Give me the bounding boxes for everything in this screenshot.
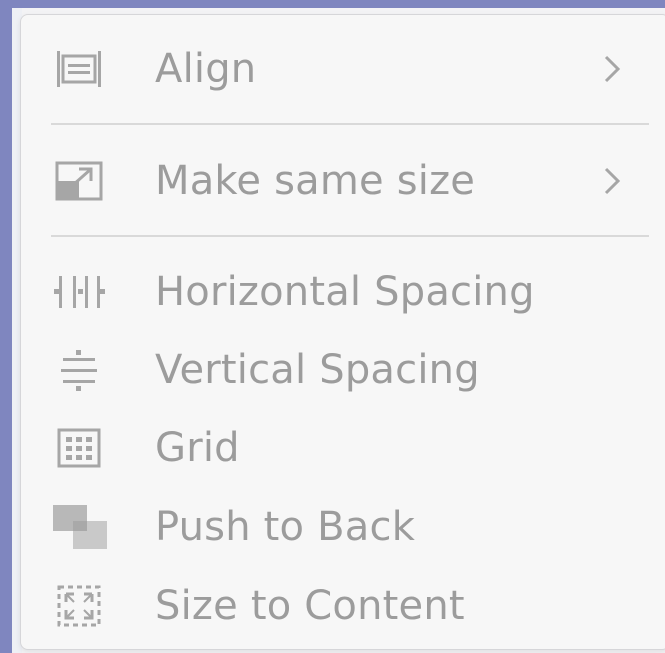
menu-item-make-same-size[interactable]: Make same size [21,143,665,219]
grid-icon [51,426,107,470]
align-icon [51,47,107,91]
menu-item-label: Vertical Spacing [155,347,480,393]
window-border-left [0,0,12,653]
menu-item-size-to-content[interactable]: Size to Content [21,568,665,644]
menu-item-label: Size to Content [155,583,465,629]
chevron-right-icon [601,52,623,86]
push-to-back-icon [51,505,107,549]
screen: Align Make same size Horizontal Spacing … [0,0,665,653]
menu-item-align[interactable]: Align [21,31,665,107]
menu-separator [51,235,649,237]
chevron-right-icon [601,164,623,198]
menu-item-vertical-spacing[interactable]: Vertical Spacing [21,332,665,408]
menu-item-grid[interactable]: Grid [21,410,665,486]
menu-item-label: Align [155,46,257,92]
menu-item-label: Grid [155,425,240,471]
context-menu: Align Make same size Horizontal Spacing … [20,14,665,650]
horizontal-spacing-icon [51,270,107,314]
size-to-content-icon [51,584,107,628]
menu-item-push-to-back[interactable]: Push to Back [21,489,665,565]
menu-separator [51,123,649,125]
menu-item-label: Horizontal Spacing [155,269,535,315]
menu-item-label: Make same size [155,158,476,204]
menu-item-label: Push to Back [155,504,416,550]
resize-icon [51,159,107,203]
vertical-spacing-icon [51,348,107,392]
window-border-top [0,0,665,8]
menu-item-horizontal-spacing[interactable]: Horizontal Spacing [21,254,665,330]
